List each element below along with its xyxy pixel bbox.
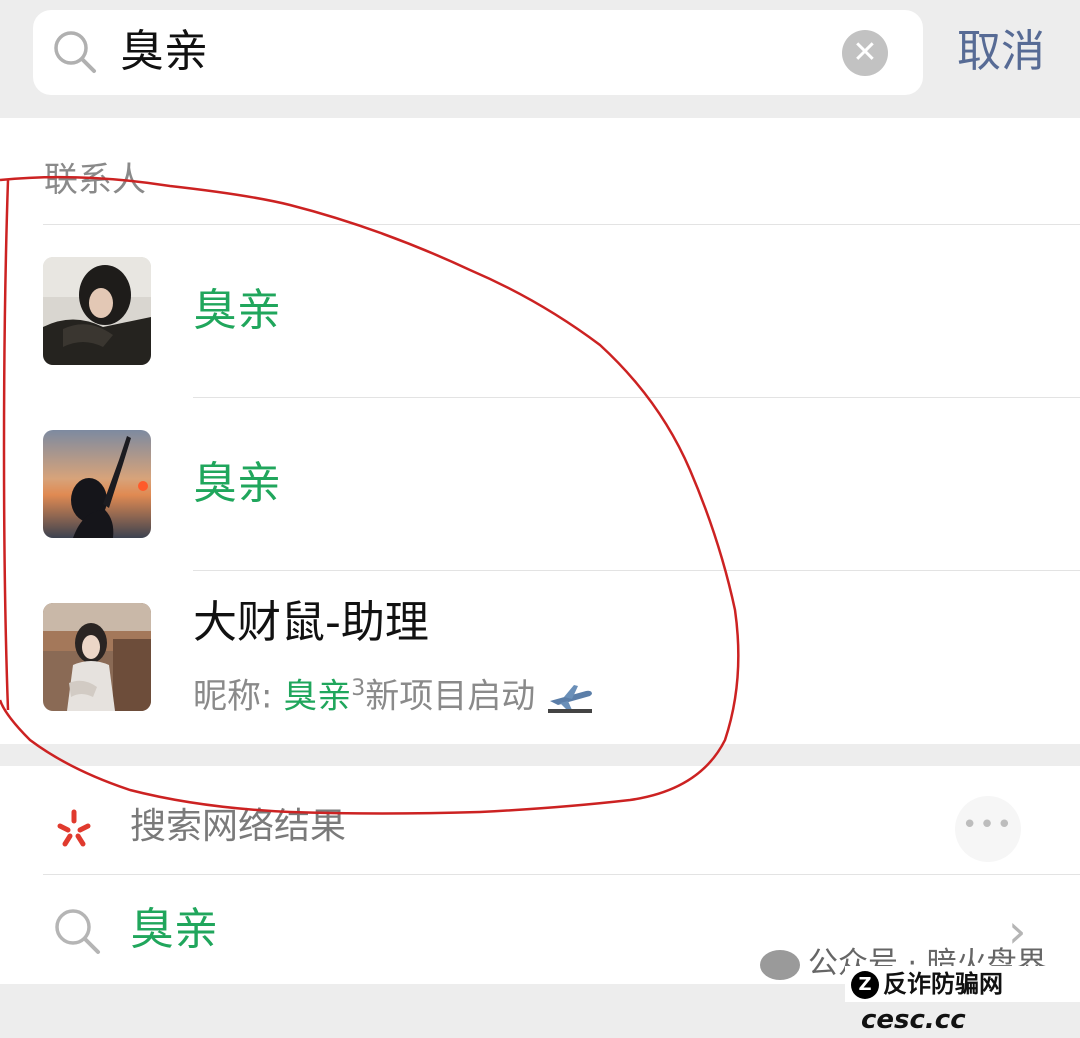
search-input[interactable]: 臭亲: [120, 24, 208, 80]
contacts-section: 联系人 臭亲 臭亲 大财鼠-助理 昵称: 臭亲3新项目启动: [0, 118, 1080, 744]
site-domain: cesc.cc: [861, 1005, 966, 1035]
nickname-superscript: 3: [351, 676, 366, 701]
search-network-icon: [57, 809, 91, 847]
search-icon: [54, 31, 96, 73]
contact-name: 臭亲: [193, 285, 281, 336]
nickname-prefix: 昵称:: [193, 676, 284, 717]
search-query-link[interactable]: 臭亲: [130, 902, 218, 958]
divider: [43, 874, 1080, 875]
contact-row[interactable]: 臭亲: [0, 398, 1080, 570]
clear-search-button[interactable]: ✕: [842, 30, 888, 76]
site-logo-icon: Z: [851, 971, 879, 999]
avatar: [43, 430, 151, 538]
contact-nickname: 昵称: 臭亲3新项目启动: [193, 667, 594, 718]
site-badge: Z 反诈防骗网 cesc.cc: [845, 966, 1080, 1035]
more-button[interactable]: •••: [955, 796, 1021, 862]
airplane-icon: [548, 684, 593, 713]
search-header: 臭亲 ✕ 取消: [0, 0, 1080, 118]
cancel-button[interactable]: 取消: [957, 24, 1045, 80]
search-network-label[interactable]: 搜索网络结果: [130, 804, 346, 850]
contact-row[interactable]: 臭亲: [0, 225, 1080, 397]
contact-row[interactable]: 大财鼠-助理 昵称: 臭亲3新项目启动: [0, 571, 1080, 743]
contact-name: 大财鼠-助理: [193, 597, 429, 648]
wechat-icon: [760, 949, 800, 980]
contact-name: 臭亲: [193, 458, 281, 509]
section-title: 联系人: [44, 160, 146, 200]
site-name: 反诈防骗网: [883, 970, 1003, 998]
avatar: [43, 603, 151, 711]
nickname-match: 臭亲: [283, 676, 352, 717]
nickname-rest: 新项目启动: [365, 676, 536, 717]
avatar: [43, 257, 151, 365]
search-icon: [55, 909, 100, 954]
search-box[interactable]: 臭亲 ✕: [33, 10, 923, 95]
